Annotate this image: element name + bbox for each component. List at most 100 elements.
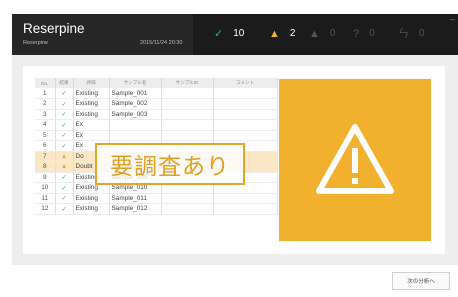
result-icon: ▲	[55, 161, 74, 173]
sample-name-cell: Sample_012	[109, 203, 162, 215]
result-icon: ✓	[55, 88, 74, 99]
sample-id-cell	[161, 203, 214, 215]
sample-id-cell	[161, 109, 214, 120]
check-icon: ✓	[61, 205, 67, 213]
comment-cell	[213, 98, 278, 110]
row-number: 4	[35, 119, 56, 131]
stat-warn-count: 2	[289, 28, 296, 39]
warning-icon: ▲	[60, 152, 68, 160]
warning-icon	[316, 124, 394, 194]
warning-panel	[279, 79, 431, 241]
result-icon: ✓	[55, 203, 74, 215]
content-area: No. 結果 評価 サンプル名 サンプルID コメント 1 ✓ Existing Sa…	[12, 55, 458, 265]
table-row[interactable]: 12 ✓ Existing Sample_012	[35, 203, 278, 215]
evaluation-cell: Existing	[73, 98, 110, 110]
column-header-sample-name[interactable]: サンプル名	[109, 78, 162, 88]
row-number: 1	[35, 88, 56, 99]
stat-other-count: 0	[419, 28, 425, 39]
sample-name-cell: Sample_002	[109, 98, 162, 110]
sample-name-cell	[109, 130, 162, 141]
check-icon: ✓	[61, 111, 67, 119]
row-number: 12	[35, 203, 56, 215]
analysis-date: 2015/11/24 20:30	[140, 40, 183, 46]
comment-cell	[213, 109, 278, 120]
sample-id-cell	[161, 130, 214, 141]
result-icon: ✓	[55, 140, 74, 152]
check-icon: ✓	[61, 132, 67, 140]
column-header-sample-id[interactable]: サンプルID	[161, 78, 214, 88]
result-icon: ✓	[55, 109, 74, 120]
evaluation-cell: Ex	[73, 130, 110, 141]
result-icon: ✓	[55, 119, 74, 131]
column-header-no[interactable]: No.	[35, 78, 56, 88]
check-icon: ✓	[61, 174, 67, 182]
comment-cell	[213, 130, 278, 141]
result-icon: ✓	[55, 130, 74, 141]
table-row[interactable]: 3 ✓ Existing Sample_003	[35, 109, 278, 120]
stat-ok-count: 10	[233, 28, 245, 39]
stat-other: ㄣ 0	[398, 26, 425, 42]
sample-name-cell: Sample_003	[109, 109, 162, 120]
result-icon: ✓	[55, 182, 74, 194]
comment-cell	[213, 193, 278, 204]
column-header-evaluation[interactable]: 評価	[73, 78, 110, 88]
row-number: 3	[35, 109, 56, 120]
check-icon: ✓	[61, 195, 67, 203]
check-icon: ✓	[61, 121, 67, 129]
minimize-button[interactable]: –	[450, 14, 455, 24]
evaluation-cell: Existing	[73, 109, 110, 120]
row-number: 10	[35, 182, 56, 194]
stat-warn: ▲ 2	[269, 26, 295, 42]
result-icon: ✓	[55, 98, 74, 110]
stat-unknown: ? 0	[353, 26, 375, 42]
column-header-result[interactable]: 結果	[55, 78, 74, 88]
sample-id-cell	[161, 88, 214, 99]
result-icon: ✓	[55, 172, 74, 183]
check-icon: ✓	[214, 28, 224, 40]
result-icon: ▲	[55, 151, 74, 162]
results-panel: No. 結果 評価 サンプル名 サンプルID コメント 1 ✓ Existing Sa…	[23, 66, 445, 254]
evaluation-cell: Ex	[73, 119, 110, 131]
table-row[interactable]: 1 ✓ Existing Sample_001	[35, 88, 278, 99]
stat-unknown-count: 0	[369, 28, 375, 39]
evaluation-cell: Existing	[73, 88, 110, 99]
evaluation-cell: Existing	[73, 203, 110, 215]
evaluation-cell: Existing	[73, 193, 110, 204]
sample-id-cell	[161, 119, 214, 131]
stat-error: ▲ 0	[309, 26, 335, 42]
check-icon: ✓	[61, 90, 67, 97]
table-header-row: No. 結果 評価 サンプル名 サンプルID コメント	[35, 78, 278, 88]
row-number: 7	[35, 151, 56, 162]
result-icon: ✓	[55, 193, 74, 204]
table-row[interactable]: 4 ✓ Ex	[35, 119, 278, 131]
row-number: 9	[35, 172, 56, 183]
overlay-label: 要調査あり	[110, 153, 230, 179]
sample-id-cell	[161, 98, 214, 110]
check-icon: ✓	[61, 100, 67, 108]
next-analysis-button[interactable]: 次の分析へ	[392, 272, 450, 290]
sample-name-cell: Sample_011	[109, 193, 162, 204]
warning-icon: ▲	[269, 28, 280, 40]
flask-icon: ㄣ	[398, 28, 409, 40]
sample-name-cell: Sample_001	[109, 88, 162, 99]
investigation-required-overlay: 要調査あり	[95, 143, 245, 185]
sample-id-cell	[161, 193, 214, 204]
row-number: 11	[35, 193, 56, 204]
table-row[interactable]: 2 ✓ Existing Sample_002	[35, 98, 278, 110]
footer-bar: 次の分析へ	[12, 265, 458, 297]
table-row[interactable]: 5 ✓ Ex	[35, 130, 278, 141]
header-bar: Reserpine Reserpine 2015/11/24 20:30 ✓ 1…	[12, 14, 458, 55]
warning-icon: ▲	[60, 163, 68, 171]
column-header-comment[interactable]: コメント	[213, 78, 278, 88]
row-number: 5	[35, 130, 56, 141]
stat-ok: ✓ 10	[214, 26, 244, 42]
check-icon: ✓	[61, 184, 67, 192]
question-icon: ?	[353, 28, 360, 40]
comment-cell	[213, 88, 278, 99]
stat-error-count: 0	[329, 28, 336, 39]
status-summary: ✓ 10 ▲ 2 ▲ 0 ? 0 ㄣ 0 –	[193, 14, 458, 55]
table-row[interactable]: 11 ✓ Existing Sample_011	[35, 193, 278, 204]
row-number: 2	[35, 98, 56, 110]
row-number: 6	[35, 140, 56, 152]
sample-name-cell	[109, 119, 162, 131]
